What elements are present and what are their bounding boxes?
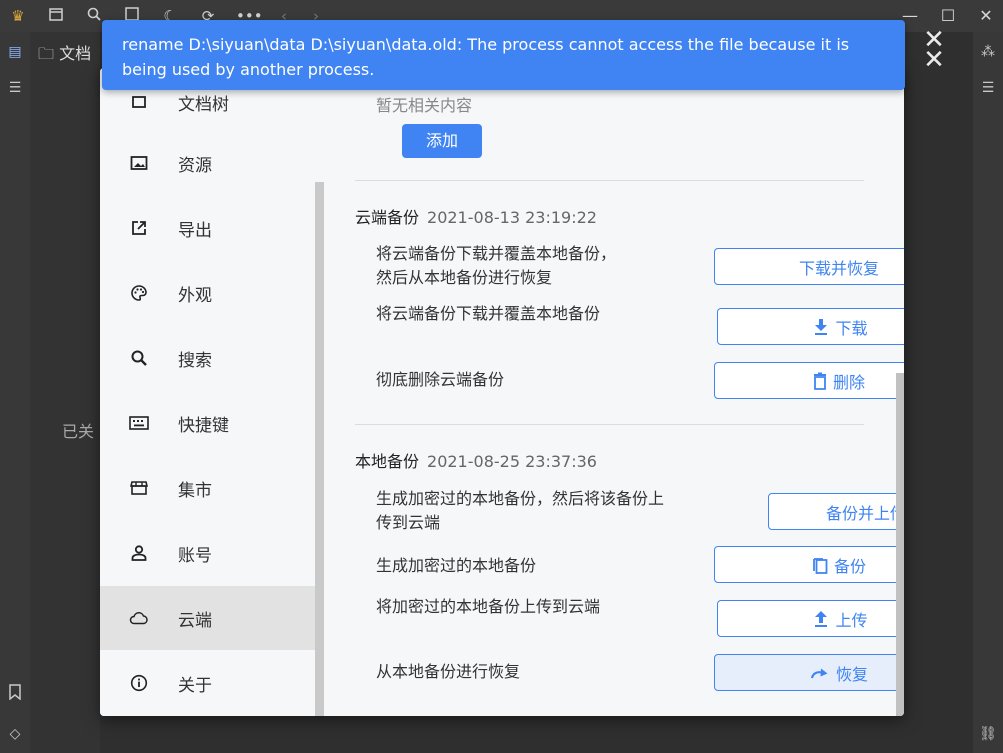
sidebar-item-keymap[interactable]: 快捷键 — [100, 391, 315, 455]
cloud-icon — [129, 608, 149, 628]
palette-icon — [129, 283, 149, 303]
local-upload-desc: 将加密过的本地备份上传到云端 — [376, 597, 601, 616]
add-button[interactable]: 添加 — [402, 124, 482, 158]
download-restore-label: 下载并恢复 — [798, 258, 879, 278]
keyboard-icon — [129, 413, 149, 433]
sidebar-item-label: 文档树 — [178, 94, 229, 115]
upload-label: 上传 — [835, 610, 868, 630]
sidebar-item-account[interactable]: 账号 — [100, 521, 315, 585]
no-content-text: 暂无相关内容 — [376, 96, 473, 115]
download-label: 下载 — [835, 318, 868, 338]
sidebar-item-label: 搜索 — [178, 350, 212, 371]
file-tree-label: 文档 — [59, 44, 92, 63]
sidebar-item-assets[interactable]: 资源 — [100, 131, 315, 195]
file-tree-icon[interactable]: ▤ — [5, 42, 25, 62]
file-tree-panel: 🗀 文档 — [30, 32, 100, 753]
restore-label: 恢复 — [835, 664, 868, 684]
download-button[interactable]: 下载 — [717, 308, 904, 345]
cloud-backup-title: 云端备份 — [355, 208, 420, 227]
content-scrollbar[interactable] — [896, 373, 904, 716]
sidebar-item-label: 关于 — [178, 675, 212, 696]
cloud-settings-panel: 暂无相关内容 添加 云端备份 2021-08-13 23:19:22 将云端备份下… — [324, 68, 904, 716]
local-backup-timestamp: 2021-08-25 23:37:36 — [427, 452, 597, 471]
sidebar-item-appearance[interactable]: 外观 — [100, 261, 315, 325]
tree-icon — [129, 92, 149, 112]
trash-icon — [813, 372, 827, 390]
window-close-icon[interactable]: ✕ — [974, 4, 998, 28]
sidebar-item-search[interactable]: 搜索 — [100, 326, 315, 390]
error-message: rename D:\siyuan\data D:\siyuan\data.old… — [102, 20, 905, 90]
info-icon — [129, 673, 149, 693]
sidebar-item-label: 快捷键 — [178, 415, 229, 436]
cloud-delete-desc: 彻底删除云端备份 — [376, 370, 505, 389]
graph-icon[interactable]: ⁂ — [978, 42, 998, 62]
restore-button[interactable]: 恢复 — [714, 654, 904, 691]
cloud-backup-timestamp: 2021-08-13 23:19:22 — [427, 208, 597, 227]
folder-icon: 🗀 — [38, 44, 55, 63]
download-restore-button[interactable]: 下载并恢复 — [714, 248, 904, 285]
divider — [355, 180, 864, 181]
settings-sidebar: 文档树 资源 导出 外观 搜索 快捷键 集市 账号 云端 关于 — [100, 68, 324, 716]
error-message-text: rename D:\siyuan\data D:\siyuan\data.old… — [122, 35, 850, 79]
crown-icon[interactable]: ♛ — [8, 6, 28, 26]
redo-icon — [810, 667, 830, 679]
sidebar-item-about[interactable]: 关于 — [100, 651, 315, 715]
upload-icon — [813, 610, 829, 628]
sidebar-item-bazaar[interactable]: 集市 — [100, 456, 315, 520]
cloud-download-desc: 将云端备份下载并覆盖本地备份 — [376, 304, 601, 323]
right-dock: ⁂ ☰ ⛓ — [973, 32, 1003, 753]
search-icon[interactable] — [84, 6, 104, 26]
store-icon — [129, 478, 149, 498]
delete-button[interactable]: 删除 — [714, 362, 904, 399]
copy-icon — [812, 556, 828, 574]
outline-icon[interactable]: ☰ — [5, 78, 25, 98]
divider — [355, 424, 864, 425]
backup-upload-label: 备份并上传 — [825, 503, 904, 523]
image-icon — [129, 153, 149, 173]
upload-button[interactable]: 上传 — [717, 600, 904, 637]
closed-hint: 已关 — [62, 422, 95, 441]
tag-icon[interactable]: ◇ — [5, 724, 25, 744]
calendar-icon[interactable] — [46, 6, 66, 26]
sidebar-item-label: 导出 — [178, 220, 212, 241]
backup-upload-button[interactable]: 备份并上传 — [768, 493, 904, 530]
sidebar-item-cloud[interactable]: 云端 — [100, 586, 315, 650]
sidebar-item-label: 集市 — [178, 480, 212, 501]
export-icon — [129, 218, 149, 238]
sidebar-item-label: 资源 — [178, 155, 212, 176]
local-backup-upload-desc: 生成加密过的本地备份，然后将该备份上传到云端 — [376, 489, 665, 532]
local-backup-desc: 生成加密过的本地备份 — [376, 556, 537, 575]
settings-dialog: 文档树 资源 导出 外观 搜索 快捷键 集市 账号 云端 关于 暂无相关内容 添… — [100, 68, 904, 716]
close-icon[interactable]: ✕ — [922, 47, 946, 73]
download-icon — [813, 318, 829, 336]
left-dock: ▤ ☰ ◇ — [0, 32, 30, 753]
local-backup-title: 本地备份 — [355, 452, 420, 471]
sidebar-item-label: 账号 — [178, 545, 212, 566]
cloud-backup-heading: 云端备份 2021-08-13 23:19:22 — [355, 204, 597, 228]
delete-label: 删除 — [832, 372, 865, 392]
account-icon — [129, 543, 149, 563]
toc-icon[interactable]: ☰ — [978, 78, 998, 98]
backup-button[interactable]: 备份 — [714, 546, 904, 583]
sidebar-item-label: 云端 — [178, 610, 212, 631]
search-icon — [129, 348, 149, 368]
cloud-download-restore-desc: 将云端备份下载并覆盖本地备份，然后从本地备份进行恢复 — [376, 244, 617, 287]
local-restore-desc: 从本地备份进行恢复 — [376, 662, 521, 681]
sidebar-scrollbar[interactable] — [315, 182, 324, 716]
local-backup-heading: 本地备份 2021-08-25 23:37:36 — [355, 448, 597, 472]
sidebar-item-label: 外观 — [178, 285, 212, 306]
bookmark-icon[interactable] — [5, 684, 25, 704]
file-tree-header[interactable]: 🗀 文档 — [38, 40, 91, 70]
backup-label: 备份 — [833, 556, 866, 576]
link-icon[interactable]: ⛓ — [978, 724, 998, 744]
sidebar-item-export[interactable]: 导出 — [100, 196, 315, 260]
